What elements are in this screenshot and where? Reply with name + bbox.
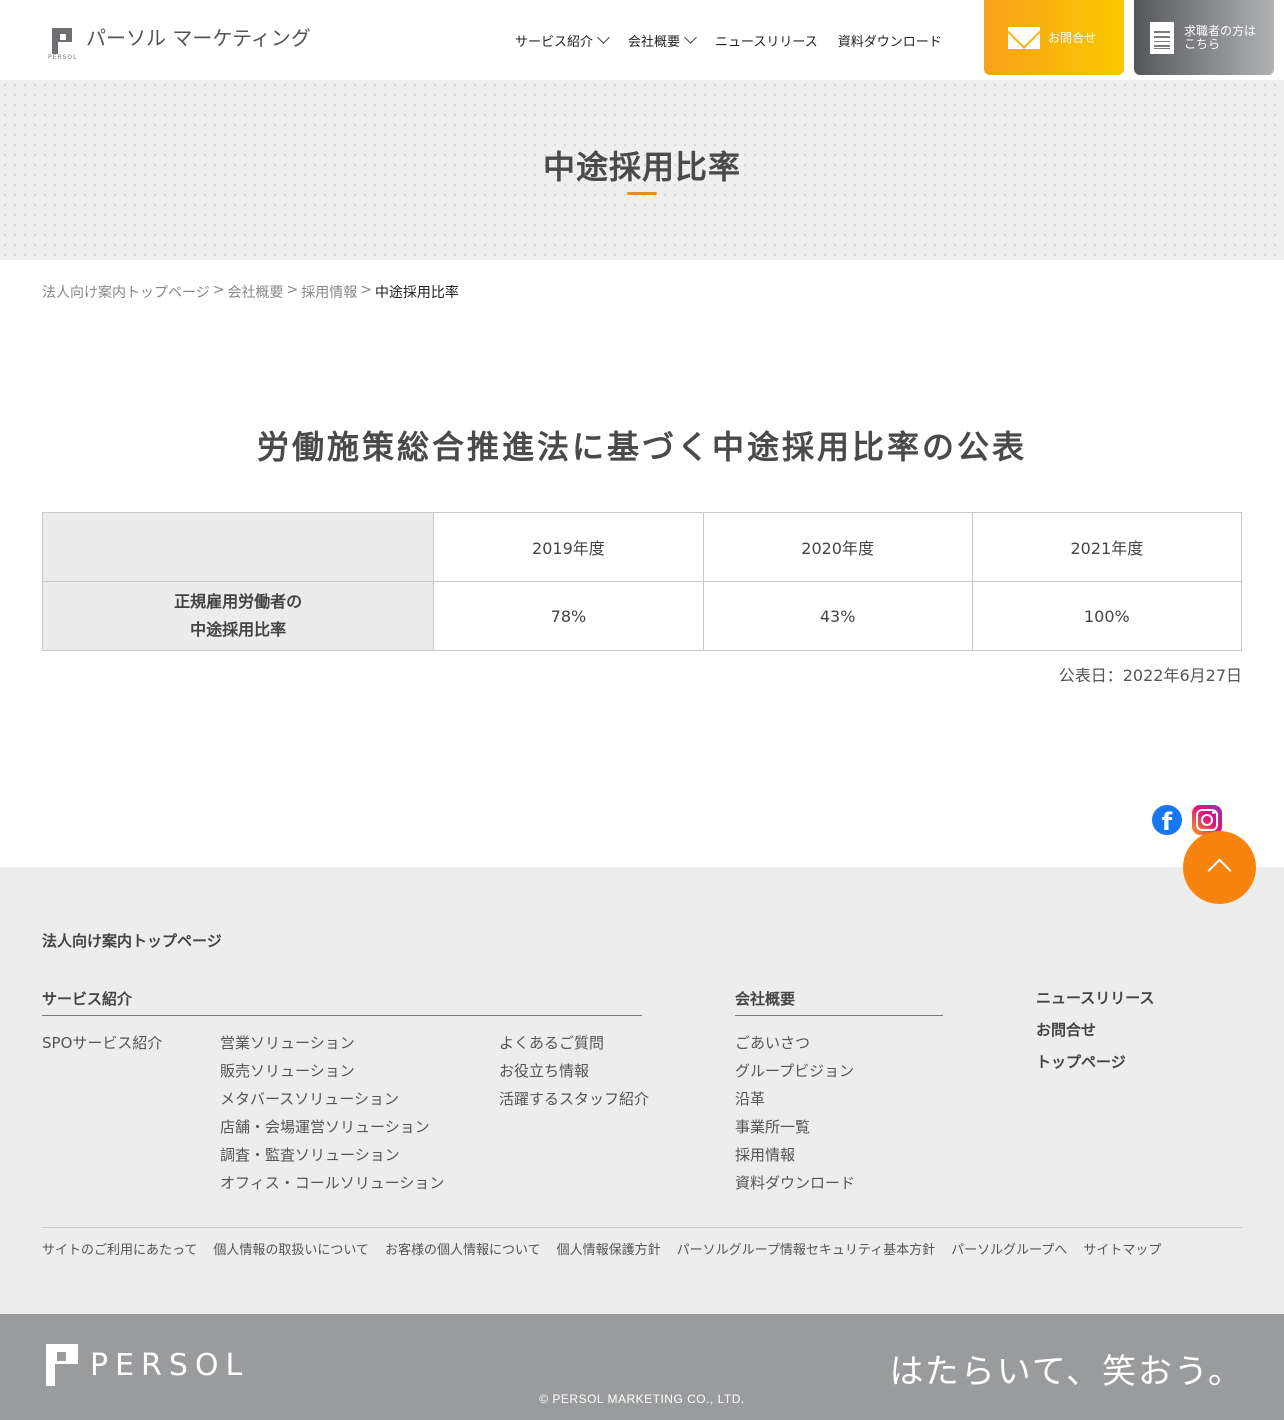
document-icon bbox=[1150, 21, 1174, 54]
persol-logo-mark: PERSOL bbox=[48, 24, 78, 62]
contact-button[interactable]: お問合せ bbox=[984, 0, 1124, 75]
footer-company-heading[interactable]: 会社概要 bbox=[735, 988, 795, 1009]
footer-link[interactable]: お役立ち情報 bbox=[499, 1057, 649, 1085]
chevron-down-icon bbox=[597, 31, 610, 44]
breadcrumb-current: 中途採用比率 bbox=[374, 285, 459, 301]
footer-link[interactable]: 販売ソリューション bbox=[220, 1057, 444, 1085]
nav-item-label: ニュースリリース bbox=[715, 34, 818, 50]
legal-link[interactable]: サイトマップ bbox=[1083, 1239, 1161, 1258]
nav-item-services[interactable]: サービス紹介 bbox=[515, 31, 610, 50]
job-seeker-button[interactable]: 求職者の方は こちら bbox=[1134, 0, 1274, 75]
nav-item-label: 会社概要 bbox=[628, 34, 681, 50]
copyright-band: PERSOL はたらいて、笑おう。 © PERSOL MARKETING CO.… bbox=[0, 1314, 1284, 1420]
footer-link[interactable]: 事業所一覧 bbox=[735, 1113, 855, 1141]
table-year-cell: 2019年度 bbox=[433, 512, 704, 582]
footer-right-col: ニュースリリース お問合せ トップページ bbox=[1036, 982, 1155, 1078]
breadcrumb: 法人向け案内トップページ > 会社概要 > 採用情報 > 中途採用比率 bbox=[42, 282, 459, 302]
footer-link-news[interactable]: ニュースリリース bbox=[1036, 982, 1155, 1014]
page-top-button[interactable] bbox=[1183, 831, 1256, 904]
footer-company-col: ごあいさつ グループビジョン 沿革 事業所一覧 採用情報 資料ダウンロード bbox=[735, 1029, 855, 1197]
job-seeker-label-line1: 求職者の方は bbox=[1184, 23, 1257, 38]
persol-brand-logo[interactable]: PERSOL bbox=[46, 1344, 249, 1386]
logo-text: パーソル マーケティング bbox=[86, 26, 311, 50]
logo-sub-text: PERSOL bbox=[48, 54, 78, 61]
site-header: PERSOL パーソル マーケティング サービス紹介 会社概要 ニュースリリース… bbox=[0, 0, 1284, 80]
site-logo[interactable]: PERSOL パーソル マーケティング bbox=[48, 24, 311, 62]
footer-services-col2: 営業ソリューション 販売ソリューション メタバースソリューション 店舗・会場運営… bbox=[220, 1029, 444, 1197]
nav-item-label: サービス紹介 bbox=[515, 34, 594, 50]
mail-icon bbox=[1008, 26, 1040, 49]
table-year-cell: 2021年度 bbox=[971, 512, 1243, 582]
table-row-label: 正規雇用労働者の 中途採用比率 bbox=[41, 581, 435, 651]
breadcrumb-separator: > bbox=[212, 282, 225, 298]
persol-wordmark: PERSOL bbox=[90, 1347, 250, 1383]
job-seeker-label: 求職者の方は こちら bbox=[1184, 23, 1257, 51]
footer-divider bbox=[42, 1015, 642, 1016]
legal-link[interactable]: パーソルグループ情報セキュリティ基本方針 bbox=[677, 1239, 935, 1258]
footer-link[interactable]: オフィス・コールソリューション bbox=[220, 1169, 444, 1197]
legal-link[interactable]: サイトのご利用にあたって bbox=[42, 1239, 197, 1258]
footer-link[interactable]: SPOサービス紹介 bbox=[42, 1029, 162, 1057]
table-value-cell: 100% bbox=[971, 581, 1243, 651]
footer-link-corporate-top[interactable]: 法人向け案内トップページ bbox=[42, 930, 222, 951]
table-year-cell: 2020年度 bbox=[702, 512, 973, 582]
publish-date: 公表日：2022年6月27日 bbox=[1058, 666, 1242, 685]
footer-link[interactable]: 調査・監査ソリューション bbox=[220, 1141, 444, 1169]
hiring-ratio-table: 2019年度 2020年度 2021年度 正規雇用労働者の 中途採用比率 78%… bbox=[41, 512, 1243, 651]
breadcrumb-link-company[interactable]: 会社概要 bbox=[227, 282, 283, 302]
contact-label: お問合せ bbox=[1048, 31, 1097, 45]
footer-link[interactable]: 資料ダウンロード bbox=[735, 1169, 855, 1197]
legal-link[interactable]: お客様の個人情報について bbox=[385, 1239, 541, 1258]
table-value-cell: 78% bbox=[433, 581, 704, 651]
breadcrumb-link-top[interactable]: 法人向け案内トップページ bbox=[42, 282, 210, 302]
breadcrumb-link-recruit[interactable]: 採用情報 bbox=[301, 282, 357, 302]
footer-legal-divider bbox=[42, 1227, 1242, 1228]
footer-link-contact[interactable]: お問合せ bbox=[1036, 1014, 1155, 1046]
legal-link[interactable]: パーソルグループへ bbox=[951, 1239, 1067, 1258]
footer-legal-links: サイトのご利用にあたって 個人情報の取扱いについて お客様の個人情報について 個… bbox=[42, 1239, 1177, 1258]
footer-link[interactable]: ごあいさつ bbox=[735, 1029, 855, 1057]
global-nav: サービス紹介 会社概要 ニュースリリース 資料ダウンロード bbox=[505, 0, 952, 80]
footer-link[interactable]: グループビジョン bbox=[735, 1057, 855, 1085]
legal-link[interactable]: 個人情報の取扱いについて bbox=[213, 1239, 369, 1258]
breadcrumb-separator: > bbox=[286, 282, 299, 298]
page-title: 中途採用比率 bbox=[542, 148, 741, 186]
page-title-band: 中途採用比率 bbox=[0, 80, 1284, 260]
footer-link[interactable]: 店舗・会場運営ソリューション bbox=[220, 1113, 444, 1141]
table-value-cell: 43% bbox=[702, 581, 973, 651]
table-header-row: 2019年度 2020年度 2021年度 bbox=[41, 512, 1243, 582]
nav-item-download[interactable]: 資料ダウンロード bbox=[838, 31, 942, 50]
table-row-label-line1: 正規雇用労働者の bbox=[174, 592, 303, 611]
footer-link[interactable]: 活躍するスタッフ紹介 bbox=[499, 1085, 649, 1113]
nav-item-news[interactable]: ニュースリリース bbox=[715, 31, 818, 50]
footer-link-top[interactable]: トップページ bbox=[1036, 1046, 1155, 1078]
facebook-icon[interactable]: f bbox=[1152, 805, 1182, 835]
chevron-down-icon bbox=[684, 31, 697, 44]
breadcrumb-separator: > bbox=[360, 282, 372, 298]
job-seeker-label-line2: こちら bbox=[1184, 36, 1221, 51]
footer-link[interactable]: 営業ソリューション bbox=[220, 1029, 444, 1057]
legal-link[interactable]: 個人情報保護方針 bbox=[557, 1239, 661, 1258]
table-row: 正規雇用労働者の 中途採用比率 78% 43% 100% bbox=[41, 581, 1243, 651]
title-underline bbox=[627, 192, 657, 195]
footer-link[interactable]: メタバースソリューション bbox=[220, 1085, 444, 1113]
table-row-label-line2: 中途採用比率 bbox=[190, 620, 287, 639]
main-heading: 労働施策総合推進法に基づく中途採用比率の公表 bbox=[256, 428, 1027, 466]
footer-divider bbox=[735, 1015, 943, 1016]
nav-item-company[interactable]: 会社概要 bbox=[628, 31, 697, 50]
footer-link[interactable]: よくあるご質問 bbox=[499, 1029, 649, 1057]
brand-slogan: はたらいて、笑おう。 bbox=[889, 1352, 1244, 1392]
copyright-text: © PERSOL MARKETING CO., LTD. bbox=[539, 1392, 745, 1406]
footer-link[interactable]: 採用情報 bbox=[735, 1141, 855, 1169]
persol-logo-mark bbox=[46, 1344, 78, 1386]
table-corner-cell bbox=[41, 512, 435, 582]
footer-services-col1: SPOサービス紹介 bbox=[42, 1029, 162, 1057]
footer-services-col3: よくあるご質問 お役立ち情報 活躍するスタッフ紹介 bbox=[499, 1029, 649, 1113]
nav-item-label: 資料ダウンロード bbox=[837, 34, 942, 50]
footer-services-heading[interactable]: サービス紹介 bbox=[42, 988, 132, 1009]
footer-link[interactable]: 沿革 bbox=[735, 1085, 855, 1113]
